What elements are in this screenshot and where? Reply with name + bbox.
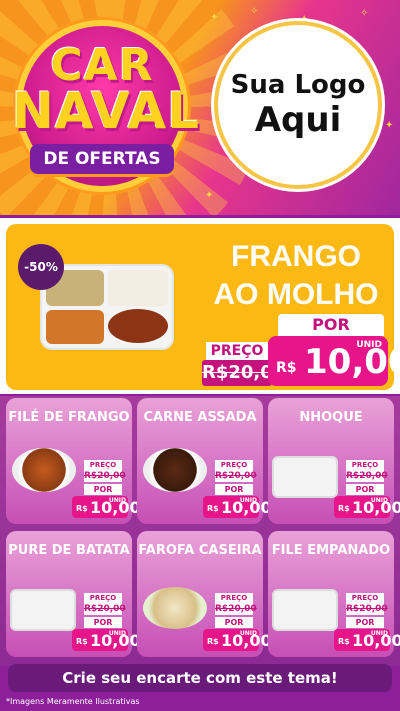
create-flyer-cta[interactable]: Crie seu encarte com este tema! [8,664,392,692]
preco-label: PREÇO [346,460,384,470]
disclaimer-note: *Imagens Meramente Ilustrativas [6,697,140,706]
current-price-tag: R$ 10,00 UNID [203,629,272,651]
currency-symbol: R$ [338,637,350,646]
product-card: PURE DE BATATA PREÇO R$20,00 POR R$ 10,0… [6,531,141,657]
product-title: CARNE ASSADA [143,410,257,425]
store-logo-placeholder: Sua Logo Aqui [218,25,378,185]
confetti-icon: ✦ [210,12,219,23]
current-price-tag: R$ 10,00 UNID [334,629,400,651]
unit-label: UNID [370,497,388,504]
unit-label: UNID [108,630,126,637]
current-price-tag: R$ 10,00 UNID [72,629,141,651]
preco-label: PREÇO [215,593,253,603]
por-label: POR [346,484,384,495]
confetti-icon: ✦ [205,190,214,201]
logo-text-line1: Sua Logo [230,70,366,100]
current-price-tag: R$ 10,00 UNID [72,496,141,518]
product-card: FAROFA CASEIRA PREÇO R$20,00 POR R$ 10,0… [137,531,272,657]
featured-product-card: -50% FRANGO AO MOLHO POR PREÇO R$20,00 R… [6,224,400,390]
por-label: POR [84,617,122,628]
confetti-icon: ✧ [360,8,369,19]
old-price: R$20,00 [346,603,388,615]
preco-label: PREÇO [84,593,122,603]
old-price: R$20,00 [215,603,257,615]
carnaval-badge: CAR NAVAL DE OFERTAS [12,16,201,196]
por-label: POR [278,314,384,336]
por-label: POR [346,617,384,628]
food-illustration-icon [46,270,168,344]
old-price: R$20,00 [202,360,285,386]
unit-label: UNID [239,497,257,504]
current-price-tag: R$ 10,00 UNID [334,496,400,518]
header-banner: ✦ ✧ ✦ ✧ ✦ ✦ CAR NAVAL DE OFERTAS Sua Log… [0,0,400,215]
food-tray-image [272,456,338,498]
featured-product: -50% FRANGO AO MOLHO POR PREÇO R$20,00 R… [0,218,400,394]
currency-symbol: R$ [76,504,88,513]
current-price-tag: R$ 10,00 UNID [268,336,400,386]
unit-label: UNID [356,340,382,350]
currency-symbol: R$ [76,637,88,646]
unit-label: UNID [108,497,126,504]
featured-product-title: FRANGO AO MOLHO [196,238,396,314]
product-card: FILE EMPANADO PREÇO R$20,00 POR R$ 10,00… [268,531,400,657]
product-title: PURE DE BATATA [8,543,130,558]
product-card: FILÉ DE FRANGO PREÇO R$20,00 POR R$ 10,0… [6,398,141,524]
por-label: POR [215,484,253,495]
preco-label: PREÇO [84,460,122,470]
currency-symbol: R$ [207,504,219,513]
por-label: POR [215,617,253,628]
food-tray-image [272,589,338,631]
product-card: CARNE ASSADA PREÇO R$20,00 POR R$ 10,00 … [137,398,272,524]
campaign-title-line2: NAVAL [12,82,201,140]
title-line1: FRANGO [231,240,361,273]
current-price-tag: R$ 10,00 UNID [203,496,272,518]
currency-symbol: R$ [207,637,219,646]
product-title: FAROFA CASEIRA [138,543,262,558]
campaign-subtitle: DE OFERTAS [30,144,174,174]
current-price: 10,00 [304,342,400,382]
confetti-icon: ✦ [300,14,309,25]
old-price: R$20,00 [84,470,126,482]
unit-label: UNID [370,630,388,637]
old-price: R$20,00 [215,470,257,482]
por-label: POR [84,484,122,495]
product-title: FILÉ DE FRANGO [8,410,130,425]
product-card: NHOQUE PREÇO R$20,00 POR R$ 10,00 UNID [268,398,400,524]
food-plate-image [143,448,207,492]
old-price: R$20,00 [346,470,388,482]
unit-label: UNID [239,630,257,637]
product-title: FILE EMPANADO [271,543,391,558]
confetti-icon: ✦ [385,120,394,131]
preco-label: PREÇO [346,593,384,603]
preco-label: PREÇO [206,342,268,360]
logo-text-line2: Aqui [254,100,342,140]
food-tray-image [10,589,76,631]
product-title: NHOQUE [299,410,363,425]
food-plate-image [12,448,76,492]
preco-label: PREÇO [215,460,253,470]
confetti-icon: ✧ [250,6,259,17]
currency-symbol: R$ [276,360,297,376]
currency-symbol: R$ [338,504,350,513]
title-line2: AO MOLHO [213,278,379,311]
food-bowl-image [143,587,207,629]
discount-badge: -50% [18,244,64,290]
old-price: R$20,00 [84,603,126,615]
